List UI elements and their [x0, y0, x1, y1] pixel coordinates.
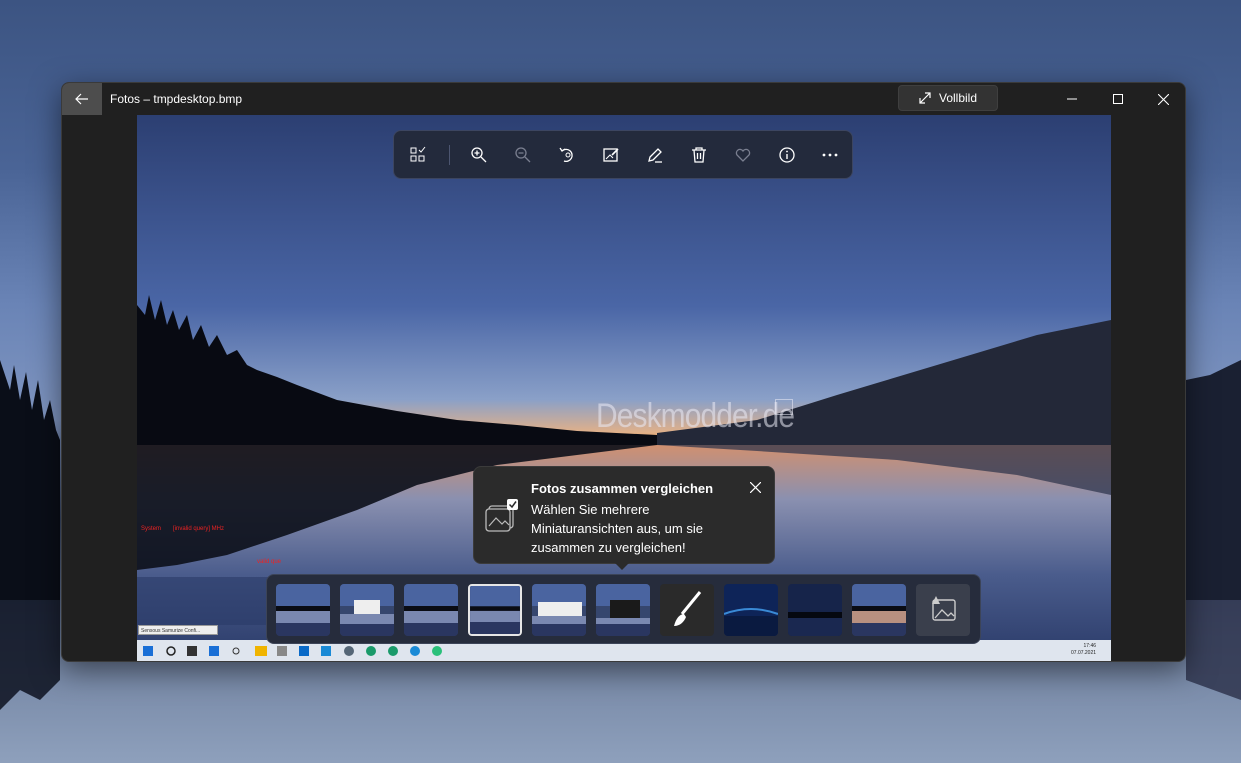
- compare-tip: Fotos zusammen vergleichen Wählen Sie me…: [473, 466, 775, 564]
- thumbnail-1[interactable]: [276, 584, 330, 636]
- close-button[interactable]: [1140, 83, 1185, 115]
- zoom-out-icon: [515, 147, 531, 163]
- zoom-out-button[interactable]: [511, 143, 535, 167]
- back-arrow-icon: [75, 93, 88, 105]
- rotate-icon: [559, 147, 573, 163]
- tip-arrow: [614, 562, 630, 570]
- tip-close-button[interactable]: [745, 477, 765, 497]
- photo-toolbar: [393, 130, 853, 179]
- info-icon: [779, 147, 795, 163]
- thumbnail-image: [852, 584, 906, 636]
- draw-icon: [648, 148, 662, 163]
- thumbnail-image: [724, 584, 778, 636]
- delete-button[interactable]: [687, 143, 711, 167]
- screenshot-clock: 17:46 07.07.2021: [1071, 643, 1096, 657]
- overlay-label-valid: valid que: [257, 559, 282, 565]
- watermark: Deskmodder.de: [596, 397, 795, 435]
- heart-icon: [735, 148, 751, 162]
- compare-photos-icon: [485, 499, 518, 532]
- filmstrip: [266, 574, 981, 644]
- edit-image-icon: [603, 148, 619, 162]
- thumbnail-9[interactable]: [788, 584, 842, 636]
- more-button[interactable]: [818, 143, 842, 167]
- maximize-icon: [1113, 94, 1123, 104]
- thumbnail-4-selected[interactable]: [468, 584, 522, 636]
- thumbnail-image: [596, 584, 650, 636]
- thumbnail-image: [404, 584, 458, 636]
- thumbnail-6[interactable]: [596, 584, 650, 636]
- compare-button[interactable]: [406, 143, 430, 167]
- compare-icon: [410, 146, 426, 162]
- overlay-label-system: System: [141, 526, 162, 532]
- add-image-icon: [932, 596, 956, 621]
- info-button[interactable]: [775, 143, 799, 167]
- overlay-label-query: [invalid query] MHz: [173, 526, 225, 532]
- delete-icon: [692, 147, 706, 163]
- thumbnail-image: [788, 584, 842, 636]
- thumbnail-image: [532, 584, 586, 636]
- maximize-button[interactable]: [1095, 83, 1141, 115]
- tip-title: Fotos zusammen vergleichen: [531, 481, 714, 496]
- watermark-edit-icon: [775, 399, 793, 415]
- thumbnail-3[interactable]: [404, 584, 458, 636]
- back-button[interactable]: [62, 83, 102, 115]
- thumbnail-image: [470, 586, 520, 634]
- close-icon: [1157, 93, 1169, 105]
- toolbar-separator: [449, 145, 450, 165]
- thumbnail-10[interactable]: [852, 584, 906, 636]
- title-bar: Fotos – tmpdesktop.bmp Vollbild: [62, 83, 1185, 115]
- rotate-button[interactable]: [555, 143, 579, 167]
- brush-icon: [674, 591, 702, 626]
- mini-window-preview: Sensous Samurize Confi...: [138, 625, 218, 635]
- thumbnail-7[interactable]: [660, 584, 714, 636]
- minimize-button[interactable]: [1049, 83, 1095, 115]
- window-title: Fotos – tmpdesktop.bmp: [110, 92, 243, 106]
- expand-icon: [919, 92, 931, 104]
- close-icon: [749, 481, 761, 493]
- tip-body: Wählen Sie mehrere Miniaturansichten aus…: [531, 502, 703, 555]
- fullscreen-button[interactable]: Vollbild: [898, 85, 998, 111]
- draw-button[interactable]: [643, 143, 667, 167]
- thumbnail-image: [276, 584, 330, 636]
- add-photo-button[interactable]: [916, 584, 970, 636]
- more-icon: [822, 153, 838, 157]
- fullscreen-label: Vollbild: [938, 91, 978, 105]
- zoom-in-icon: [471, 147, 487, 163]
- favorite-button[interactable]: [731, 143, 755, 167]
- zoom-in-button[interactable]: [467, 143, 491, 167]
- thumbnail-5[interactable]: [532, 584, 586, 636]
- thumbnail-image: [340, 584, 394, 636]
- minimize-icon: [1067, 98, 1077, 100]
- clock-time: 17:46: [1083, 643, 1097, 649]
- clock-date: 07.07.2021: [1071, 650, 1097, 656]
- edit-image-button[interactable]: [599, 143, 623, 167]
- thumbnail-8[interactable]: [724, 584, 778, 636]
- thumbnail-2[interactable]: [340, 584, 394, 636]
